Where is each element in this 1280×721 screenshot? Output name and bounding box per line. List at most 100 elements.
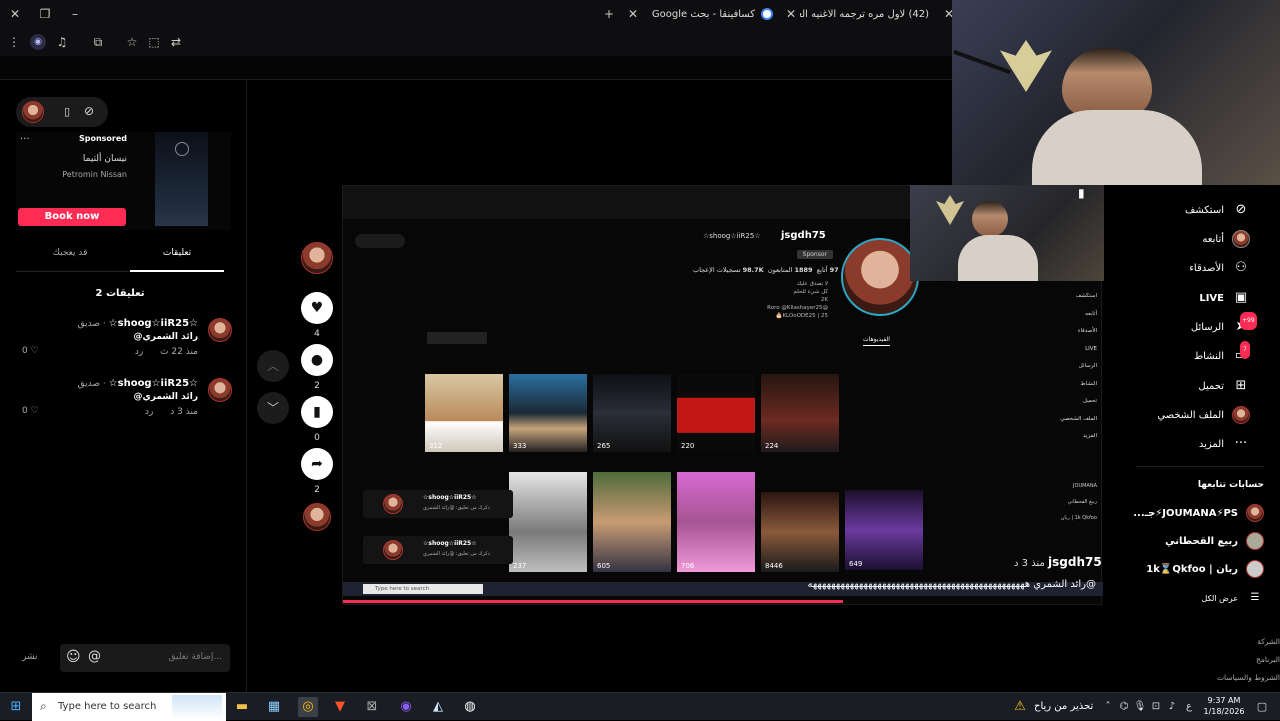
tab-comments[interactable]: تعليقات [130, 248, 224, 272]
inner-nav-item: أتابعه [1085, 310, 1097, 317]
following-item[interactable]: ربيع القحطاني [1165, 532, 1264, 550]
inner-sort-tabs [427, 332, 487, 344]
ad-title: نيسان ألتيما [82, 154, 127, 164]
avatar[interactable] [208, 318, 232, 342]
video-progress-bar[interactable] [343, 600, 843, 603]
streamer-face [1062, 48, 1152, 118]
input-language[interactable]: ع [1186, 701, 1192, 712]
author-avatar[interactable] [301, 242, 333, 274]
bookmark-star-icon[interactable]: ☆ [124, 34, 140, 50]
restore-window-icon[interactable]: ❐ [36, 5, 54, 23]
avatar[interactable] [208, 378, 232, 402]
comment-likes[interactable]: 0 ♡ [22, 346, 39, 356]
app-icon[interactable]: ⊠ [362, 697, 382, 717]
clock[interactable]: 9:37 AM 1/18/2026 [1200, 695, 1248, 717]
tab-you-may-like[interactable]: قد يعجبك [16, 248, 124, 272]
weather-text[interactable]: تحذير من رياح [1034, 701, 1093, 712]
explore-icon[interactable]: ⊘ [84, 104, 94, 118]
video-author[interactable]: jsgdh75 [1048, 555, 1102, 569]
reply-button[interactable]: رد [135, 347, 143, 357]
browser-titlebar: ✕ ❐ – + ✕ كسافينقا - بحث Google ✕ (42) ل… [0, 0, 960, 28]
phone-icon[interactable]: ▯ [64, 105, 70, 118]
obs-icon[interactable]: ◍ [460, 697, 480, 717]
notification-user: ☆shoog☆iiR25☆ [423, 494, 477, 501]
next-video-button[interactable]: ﹀ [257, 392, 289, 424]
emoji-icon[interactable]: ☺ [66, 649, 81, 665]
sidebar-item-friends[interactable]: ⚇ الأصدقاء [1189, 259, 1250, 277]
taskbar-search[interactable]: ⌕ Type here to search [32, 693, 226, 721]
music-disc-avatar[interactable] [303, 503, 331, 531]
video-thumbnail: 605 [593, 472, 671, 572]
sidebar-item-following[interactable]: أتابعه [1202, 230, 1250, 248]
share-icon[interactable]: ➦ [301, 448, 333, 480]
google-icon [761, 8, 773, 20]
close-window-icon[interactable]: ✕ [6, 5, 24, 23]
chrome-icon[interactable]: ◎ [298, 697, 318, 717]
tab-close-icon[interactable]: ✕ [624, 5, 642, 23]
see-all-label: عرض الكل [1201, 593, 1238, 603]
video-thumbnail: 649 [845, 490, 923, 570]
comment-likes[interactable]: 0 ♡ [22, 406, 39, 416]
inner-actions: Sponsor [683, 250, 833, 261]
heart-outline-icon[interactable]: ♡ [28, 406, 39, 416]
ad-image[interactable] [155, 132, 208, 226]
sidebar-item-upload[interactable]: ⊞ تحميل [1198, 377, 1250, 395]
tab-google-search[interactable]: كسافينقا - بحث Google [648, 4, 773, 24]
minimize-window-icon[interactable]: – [66, 5, 84, 23]
weather-warning-icon[interactable]: ⚠ [1010, 697, 1030, 717]
sidebar-item-activity[interactable]: ▭7 النشاط [1194, 341, 1250, 365]
windows-start-icon[interactable]: ⊞ [6, 697, 26, 717]
volume-icon[interactable]: ♪ [1162, 697, 1182, 717]
footer-link[interactable]: الشروط والسياسات [1190, 669, 1280, 687]
footer-link[interactable]: الشركة [1190, 633, 1280, 651]
following-item[interactable]: ربان | 1k⌛Qkfoo [1146, 560, 1264, 578]
comment-input[interactable]: ☺ @ إضافة تعليق... [60, 644, 230, 672]
new-tab-icon[interactable]: + [600, 5, 618, 23]
notifications-icon[interactable]: ▢ [1252, 697, 1272, 717]
bookmark-icon[interactable]: ▮ [301, 396, 333, 428]
comment-icon[interactable]: ● [301, 344, 333, 376]
list-item: ☆shoog☆iiR25☆ · صديق @رائد الشمري منذ 3 … [16, 376, 232, 428]
comment-user[interactable]: ☆shoog☆iiR25☆ [109, 318, 198, 329]
thumb-count: 333 [513, 442, 527, 450]
ad-more-icon[interactable]: ··· [20, 134, 30, 145]
screenshot-icon[interactable]: ⬚ [146, 34, 162, 50]
store-icon[interactable]: ▦ [264, 697, 284, 717]
previous-video-button[interactable]: ︿ [257, 350, 289, 382]
comment-user[interactable]: ☆shoog☆iiR25☆ [109, 378, 198, 389]
see-all-link[interactable]: ☰ عرض الكل [1201, 589, 1264, 607]
book-now-button[interactable]: Book now [18, 208, 126, 226]
brave-icon[interactable]: ▼ [330, 697, 350, 717]
following-item[interactable]: JOUMANA⚡PS⚡جـ... [1133, 504, 1264, 522]
heart-outline-icon[interactable]: ♡ [28, 346, 39, 356]
file-explorer-icon[interactable]: ▬ [232, 697, 252, 717]
sidebar-item-more[interactable]: ··· المزيد [1199, 435, 1250, 453]
sponsored-ad[interactable]: ··· Sponsored نيسان ألتيما Petromin Niss… [16, 132, 231, 230]
sidebar-item-profile[interactable]: الملف الشخصي [1157, 406, 1250, 424]
discord-icon[interactable]: ◉ [396, 697, 416, 717]
messages-icon: ➤99+ [1232, 312, 1257, 336]
tab-close-icon[interactable]: ✕ [782, 5, 800, 23]
upload-icon: ⊞ [1235, 378, 1247, 393]
mention-icon[interactable]: @ [88, 649, 101, 664]
translate-icon[interactable]: ⇄ [168, 34, 184, 50]
sidebar-item-live[interactable]: ▣ LIVE [1199, 289, 1250, 307]
tab-youtube[interactable]: (42) لاول مره ترجمه الاغنيه العر... [800, 4, 935, 24]
extensions-icon[interactable]: ⧉ [90, 34, 106, 50]
like-heart-icon[interactable]: ♥ [301, 292, 333, 324]
thumb-count: 605 [597, 562, 611, 570]
avatar[interactable] [22, 101, 44, 123]
post-comment-button[interactable]: نشر [22, 652, 38, 662]
comment-header: ☆shoog☆iiR25☆ · صديق [78, 378, 198, 389]
sidebar-item-explore[interactable]: ⊘ استكشف [1185, 201, 1250, 219]
taskbar-search-placeholder: Type here to search [58, 701, 157, 712]
menu-kebab-icon[interactable]: ⋮ [6, 34, 22, 50]
steam-icon[interactable]: ◭ [428, 697, 448, 717]
sidebar-item-messages[interactable]: ➤99+ الرسائل [1191, 312, 1257, 336]
inner-sidebar: استكشف أتابعه الأصدقاء LIVE الرسائل النش… [1027, 288, 1097, 446]
profile-icon[interactable]: ◉ [30, 34, 46, 50]
reply-button[interactable]: رد [145, 407, 153, 417]
media-controls-icon[interactable]: ♫ [54, 34, 70, 50]
inner-profile-avatar [841, 238, 919, 316]
footer-link[interactable]: البرنامج [1190, 651, 1280, 669]
